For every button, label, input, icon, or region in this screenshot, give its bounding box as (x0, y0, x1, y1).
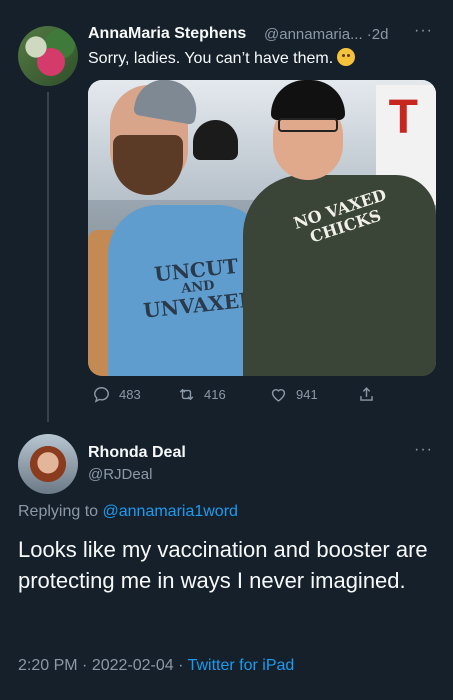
like-count: 941 (296, 387, 318, 402)
author-handle[interactable]: @RJDeal (88, 466, 152, 483)
more-options-icon[interactable]: ··· (414, 22, 433, 40)
reply-button[interactable]: 483 (92, 385, 141, 404)
like-button[interactable]: 941 (269, 385, 318, 404)
tweet-text: Looks like my vaccination and booster ar… (18, 537, 428, 593)
meta-separator: · (82, 657, 88, 674)
tweet-action-bar: 483 416 941 (92, 385, 392, 407)
replying-to: Replying to @annamaria1word (18, 503, 238, 521)
meta-separator: · (178, 657, 184, 674)
author-name[interactable]: Rhonda Deal (88, 444, 186, 462)
avatar-rhonda[interactable] (18, 434, 78, 494)
retweet-button[interactable]: 416 (177, 385, 226, 404)
thread-connector-line (47, 92, 49, 422)
avatar-annamaria[interactable] (18, 26, 78, 86)
tweet-text: Sorry, ladies. You can’t have them. (88, 48, 356, 68)
replying-prefix: Replying to (18, 503, 99, 520)
replying-handle-link[interactable]: @annamaria1word (103, 503, 238, 520)
retweet-icon (179, 388, 194, 401)
tweet-meta: 2:20 PM · 2022-02-04 · Twitter for iPad (18, 657, 294, 675)
author-handle-and-age[interactable]: @annamaria... ·2d (264, 26, 388, 43)
tweet-photo[interactable]: T UNCUT AND UNVAXED NO VAXED CHICKS (88, 80, 436, 376)
sign-glyph: T (388, 91, 418, 144)
share-icon (360, 387, 373, 401)
heart-icon (271, 389, 286, 402)
more-options-icon[interactable]: ··· (414, 441, 433, 459)
right-man-glasses (278, 118, 338, 132)
share-button[interactable] (357, 385, 384, 404)
reply-count: 483 (119, 387, 141, 402)
tweet-date[interactable]: 2022-02-04 (92, 657, 174, 674)
background-person-hat (193, 120, 238, 160)
disappointed-face-icon (337, 48, 356, 66)
author-handle[interactable]: @annamaria... (264, 26, 363, 43)
tweet-time[interactable]: 2:20 PM (18, 657, 78, 674)
tweet-source-link[interactable]: Twitter for iPad (188, 657, 295, 674)
author-name[interactable]: AnnaMaria Stephens (88, 25, 246, 43)
tweet-age[interactable]: 2d (372, 26, 389, 43)
retweet-count: 416 (204, 387, 226, 402)
reply-icon (94, 387, 109, 403)
tweet-text-content: Sorry, ladies. You can’t have them. (88, 50, 334, 67)
